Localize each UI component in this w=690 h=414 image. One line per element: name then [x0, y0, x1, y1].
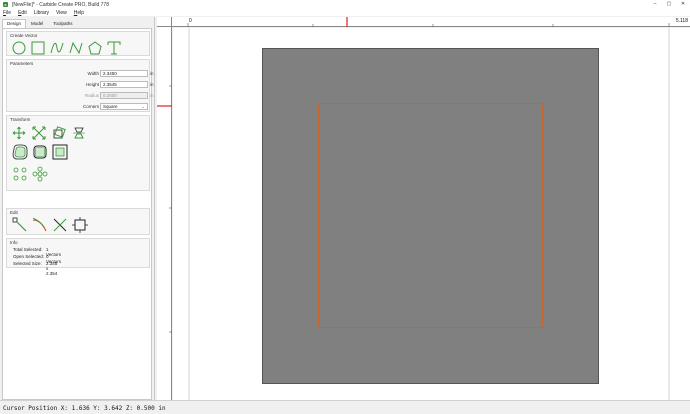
radius-field[interactable]: 0.2500	[100, 92, 148, 99]
tab-toolpaths[interactable]: Toolpaths	[48, 19, 77, 28]
array-icon[interactable]	[32, 166, 48, 182]
fillet-icon[interactable]	[32, 144, 48, 160]
info-group: Info Total Selected: 1 Vectors Open Sele…	[6, 238, 150, 276]
minimize-button[interactable]: –	[648, 0, 662, 9]
width-row: Width 2.3450 in	[7, 70, 154, 78]
menu-bar: File Edit Library View Help	[0, 9, 690, 16]
ruler-left-ticks	[157, 85, 172, 333]
menu-file[interactable]: File	[3, 10, 11, 16]
app-logo-icon: c	[3, 2, 8, 7]
window-title: [NewFile]* - Carbide Create PRO, Build 7…	[12, 1, 109, 8]
selected-rectangle-vector[interactable]	[318, 103, 543, 328]
ruler-top-ticks	[187, 17, 670, 27]
height-field[interactable]: 2.3545	[100, 81, 148, 88]
status-bar: Cursor Position X: 1.636 Y: 3.642 Z: 0.5…	[0, 400, 690, 414]
transform-group: Transform	[6, 115, 150, 191]
curve-icon[interactable]	[50, 41, 64, 55]
radius-label: Radius	[84, 93, 99, 98]
title-bar: c [NewFile]* - Carbide Create PRO, Build…	[0, 0, 690, 9]
bounding-box-icon[interactable]	[72, 217, 88, 233]
selected-size-value: 2.345 x 2.354	[46, 261, 58, 276]
edit-title: Edit	[10, 210, 18, 215]
cut-icon[interactable]	[52, 217, 68, 233]
info-title: Info	[10, 240, 18, 245]
close-button[interactable]: ✕	[676, 0, 690, 9]
menu-edit[interactable]: Edit	[18, 10, 27, 16]
corners-select[interactable]: Square ⌄	[100, 103, 148, 110]
ruler-corner	[157, 17, 172, 27]
open-selected-label: Open Selected:	[13, 254, 45, 259]
panel-tabs: Design Model Toolpaths	[0, 19, 154, 28]
design-tab-body: Create Vector Parameters Width 2.3450 in…	[2, 28, 154, 400]
mirror-icon[interactable]	[72, 126, 86, 140]
menu-view[interactable]: View	[56, 10, 67, 16]
rotate-icon[interactable]	[52, 126, 66, 140]
left-panel: Design Model Toolpaths Create Vector Par…	[0, 17, 155, 400]
total-selected-label: Total Selected:	[13, 247, 43, 252]
circle-icon[interactable]	[12, 41, 26, 55]
corners-row: Corners Square ⌄	[7, 103, 151, 111]
corners-label: Corners	[82, 104, 99, 109]
polyline-icon[interactable]	[69, 41, 83, 55]
polygon-icon[interactable]	[88, 41, 102, 55]
selected-size-label: Selected Size:	[13, 261, 42, 266]
height-unit: in	[150, 82, 154, 87]
parameters-group: Parameters Width 2.3450 in Height 2.3545…	[6, 59, 154, 112]
open-selected-row: Open Selected: 0 Vectors	[13, 254, 61, 264]
node-edit-icon[interactable]	[12, 217, 28, 233]
radius-row: Radius 0.2500 in	[7, 92, 154, 100]
rectangle-icon[interactable]	[31, 41, 45, 55]
transform-title: Transform	[10, 117, 31, 122]
height-row: Height 2.3545 in	[7, 81, 154, 89]
move-icon[interactable]	[12, 126, 26, 140]
cursor-position: Cursor Position X: 1.636 Y: 3.642 Z: 0.5…	[3, 405, 166, 412]
tab-design[interactable]: Design	[2, 19, 27, 28]
parameters-title: Parameters	[10, 61, 34, 66]
align-icon[interactable]	[12, 166, 28, 182]
trim-icon[interactable]	[32, 217, 48, 233]
selected-size-row: Selected Size: 2.345 x 2.354	[13, 261, 57, 276]
offset-icon[interactable]	[12, 144, 28, 160]
edit-group: Edit	[6, 208, 150, 235]
create-vector-group: Create Vector	[6, 31, 150, 56]
ruler-top[interactable]: 0 5.118	[172, 17, 690, 27]
chevron-down-icon: ⌄	[141, 104, 145, 109]
corners-value: Square	[103, 104, 118, 109]
tab-model[interactable]: Model	[26, 19, 48, 28]
radius-unit: in	[150, 93, 154, 98]
window-controls: – ▢ ✕	[648, 0, 690, 9]
scale-icon[interactable]	[32, 126, 46, 140]
width-label: Width	[87, 71, 99, 76]
width-field[interactable]: 2.3450	[100, 70, 148, 77]
create-vector-title: Create Vector	[10, 33, 38, 38]
maximize-button[interactable]: ▢	[662, 0, 676, 9]
height-label: Height	[85, 82, 99, 87]
text-icon[interactable]	[107, 41, 121, 55]
total-selected-row: Total Selected: 1 Vectors	[13, 247, 61, 257]
menu-help[interactable]: Help	[74, 10, 84, 16]
menu-library[interactable]: Library	[34, 10, 49, 16]
boolean-icon[interactable]	[52, 144, 68, 160]
ruler-left[interactable]	[157, 27, 172, 400]
width-unit: in	[150, 71, 154, 76]
